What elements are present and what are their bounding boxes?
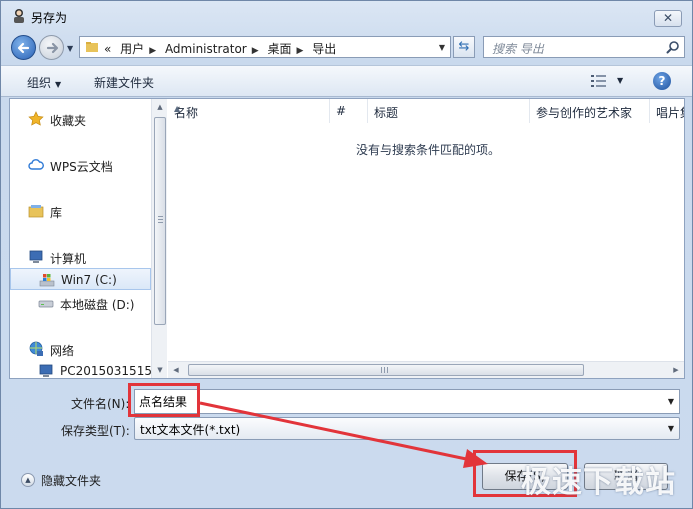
column-header-name[interactable]: 名称 ▲: [168, 99, 330, 123]
sort-ascending-icon: ▲: [174, 104, 181, 113]
breadcrumb-item[interactable]: 导出: [312, 42, 336, 56]
chevron-down-icon: ▼: [55, 80, 62, 89]
filetype-label: 保存类型(T):: [61, 424, 130, 438]
breadcrumb-overflow[interactable]: «: [104, 42, 111, 56]
star-icon: [28, 111, 44, 126]
view-dropdown-icon[interactable]: ▼: [617, 76, 623, 85]
address-bar[interactable]: « 用户 ▶ Administrator ▶ 桌面 ▶ 导出 ▼: [79, 36, 451, 58]
filetype-select[interactable]: txt文本文件(*.txt) ▼: [134, 417, 680, 440]
arrow-left-icon: [17, 42, 30, 54]
save-as-dialog: 另存为 ✕ ▼ « 用户 ▶ Administrator ▶ 桌面 ▶ 导出 ▼…: [0, 0, 693, 509]
navigation-pane: 收藏夹 WPS云文档 库 计算机 Win7 (C:) 本地磁盘 (D:) 网络 …: [10, 99, 151, 378]
search-icon[interactable]: [666, 40, 680, 54]
organize-menu[interactable]: 组织 ▼: [27, 74, 61, 91]
chevron-right-icon[interactable]: ▶: [297, 46, 304, 56]
grip-icon: [381, 367, 389, 373]
filename-field[interactable]: ▼: [134, 389, 680, 414]
breadcrumb-item[interactable]: 桌面: [268, 42, 292, 56]
file-list[interactable]: 名称 ▲ # 标题 参与创作的艺术家 唱片集 没有与搜索条件匹配的项。: [168, 99, 684, 361]
scrollbar-thumb[interactable]: [188, 364, 584, 376]
computer-icon: [29, 250, 43, 263]
new-folder-button[interactable]: 新建文件夹: [94, 74, 154, 91]
command-bar: 组织 ▼ 新建文件夹 ▼ ?: [1, 65, 692, 97]
sidebar-item-computer[interactable]: 计算机: [10, 246, 151, 268]
sidebar-item-network[interactable]: 网络: [10, 338, 151, 360]
watermark: 极速下载站: [521, 465, 676, 500]
breadcrumb: « 用户 ▶ Administrator ▶ 桌面 ▶ 导出: [104, 40, 341, 57]
library-icon: [28, 205, 44, 218]
column-header-artist[interactable]: 参与创作的艺术家: [530, 99, 650, 123]
main-pane: 收藏夹 WPS云文档 库 计算机 Win7 (C:) 本地磁盘 (D:) 网络 …: [9, 98, 685, 379]
back-button[interactable]: [11, 35, 36, 60]
folder-icon: [86, 42, 98, 52]
breadcrumb-item[interactable]: 用户: [120, 42, 144, 56]
search-input[interactable]: 搜索 导出: [492, 40, 544, 57]
refresh-icon: ⇆: [458, 39, 470, 54]
chevron-right-icon[interactable]: ▶: [149, 46, 156, 56]
navigation-scrollbar[interactable]: ▲ ▼: [151, 99, 167, 378]
empty-message: 没有与搜索条件匹配的项。: [356, 143, 501, 157]
organize-label: 组织: [27, 76, 52, 90]
network-icon: [29, 341, 43, 356]
view-options-icon[interactable]: [591, 74, 607, 88]
chevron-right-icon[interactable]: ▶: [252, 46, 259, 56]
recent-pages-dropdown-icon[interactable]: ▼: [67, 44, 73, 53]
help-icon[interactable]: ?: [653, 72, 671, 90]
chevron-down-icon: ▼: [667, 424, 674, 433]
filename-label: 文件名(N):: [71, 397, 130, 411]
file-list-scrollbar[interactable]: ◀ ▶: [168, 361, 684, 378]
search-box[interactable]: 搜索 导出: [483, 36, 685, 58]
scroll-right-icon[interactable]: ▶: [668, 362, 684, 378]
sidebar-item-drive-c[interactable]: Win7 (C:): [10, 268, 151, 290]
scroll-left-icon[interactable]: ◀: [168, 362, 184, 378]
column-header-number[interactable]: #: [330, 99, 368, 123]
arrow-right-icon: [46, 42, 59, 54]
sidebar-item-favorites[interactable]: 收藏夹: [10, 108, 151, 130]
pc-icon: [39, 364, 53, 377]
window-title: 另存为: [31, 11, 68, 25]
sidebar-item-pc[interactable]: PC20150315153: [10, 360, 151, 378]
drive-icon: [38, 300, 54, 308]
sidebar-item-library[interactable]: 库: [10, 200, 151, 222]
windows-drive-icon: [39, 274, 55, 287]
close-icon: ✕: [662, 11, 674, 25]
column-header-title[interactable]: 标题: [368, 99, 530, 123]
collapse-up-icon: ▲: [21, 473, 35, 487]
scroll-up-icon[interactable]: ▲: [152, 99, 168, 115]
navigation-bar: ▼ « 用户 ▶ Administrator ▶ 桌面 ▶ 导出 ▼ ⇆ 搜索 导出: [1, 31, 692, 63]
app-icon: [14, 9, 24, 23]
filename-highlight-box: [128, 383, 200, 417]
scroll-down-icon[interactable]: ▼: [152, 362, 168, 378]
scrollbar-thumb[interactable]: [154, 117, 166, 325]
grip-icon: [158, 216, 163, 224]
cloud-icon: [28, 159, 44, 170]
title-bar: 另存为 ✕: [1, 1, 692, 31]
column-header-album[interactable]: 唱片集: [650, 99, 684, 123]
refresh-button[interactable]: ⇆: [453, 36, 475, 58]
breadcrumb-item[interactable]: Administrator: [165, 42, 247, 56]
address-dropdown-icon[interactable]: ▼: [439, 43, 445, 52]
filename-dropdown-icon[interactable]: ▼: [668, 397, 674, 406]
hide-folders-toggle[interactable]: ▲ 隐藏文件夹: [21, 471, 121, 489]
filename-input[interactable]: [139, 393, 659, 410]
filetype-value: txt文本文件(*.txt): [140, 423, 241, 437]
forward-button[interactable]: [39, 35, 64, 60]
close-button[interactable]: ✕: [654, 10, 682, 27]
sidebar-item-drive-d[interactable]: 本地磁盘 (D:): [10, 292, 151, 314]
sidebar-item-wps-cloud[interactable]: WPS云文档: [10, 154, 151, 176]
